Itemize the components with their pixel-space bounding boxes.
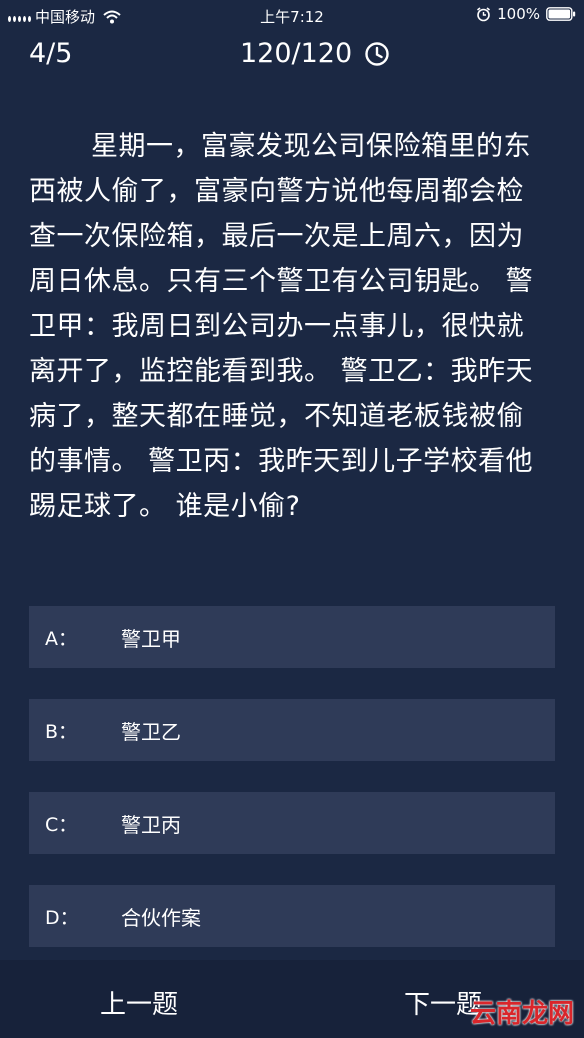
option-text: 警卫乙 (121, 719, 181, 744)
question-text: 星期一，富豪发现公司保险箱里的东西被人偷了，富豪向警方说他每周都会检查一次保险箱… (29, 131, 534, 522)
option-c[interactable]: C： 警卫丙 (29, 792, 555, 854)
option-letter: A： (45, 627, 77, 650)
option-letter: C： (45, 813, 78, 836)
watermark-logo: 云南龙网 (469, 999, 574, 1029)
option-b[interactable]: B： 警卫乙 (29, 699, 555, 761)
prev-question-button[interactable]: 上一题 (100, 984, 178, 1021)
option-text: 警卫甲 (121, 626, 181, 651)
status-right: 100% (476, 5, 576, 23)
clock-icon (365, 41, 389, 66)
option-a[interactable]: A： 警卫甲 (29, 606, 555, 668)
question-progress: 4/5 (29, 38, 73, 69)
option-text: 警卫丙 (121, 812, 181, 837)
score-group: 120/120 (240, 38, 390, 69)
score-label: 120/120 (240, 38, 353, 69)
quiz-header: 4/5 120/120 (0, 30, 584, 76)
status-bar: 中国移动 上午7:12 100% (0, 0, 584, 30)
battery-label: 100% (497, 5, 540, 23)
battery-icon (546, 7, 576, 21)
footer-nav: 上一题 下一题 云南龙网 (0, 960, 584, 1038)
option-d[interactable]: D： 合伙作案 (29, 885, 555, 947)
alarm-icon (477, 6, 491, 21)
option-letter: B： (45, 720, 78, 743)
option-text: 合伙作案 (121, 905, 201, 930)
option-letter: D： (45, 906, 79, 929)
